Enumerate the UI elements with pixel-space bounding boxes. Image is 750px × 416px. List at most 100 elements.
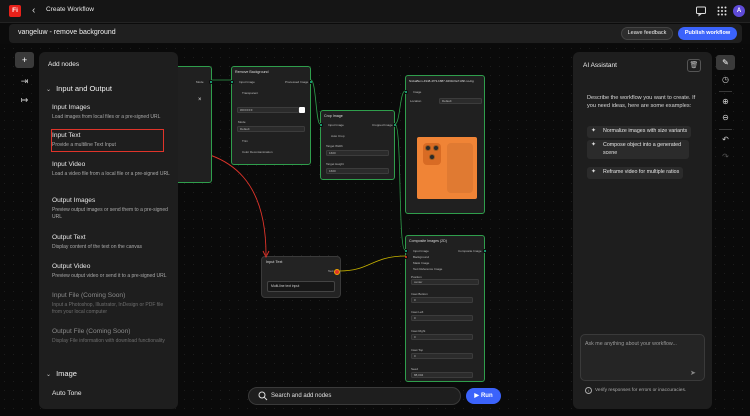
apps-grid-icon[interactable] bbox=[716, 5, 728, 17]
run-label: Run bbox=[480, 393, 493, 399]
target-height-input[interactable]: 1600 bbox=[326, 168, 389, 174]
field-label: Mode bbox=[238, 120, 246, 124]
back-arrow-icon[interactable]: ‹ bbox=[32, 4, 42, 18]
item-desc: Provide a multiline Text Input bbox=[52, 142, 116, 148]
port-label: Background bbox=[413, 255, 430, 259]
sparkle-icon: ✦ bbox=[591, 142, 597, 148]
node-item-output-images[interactable]: Output Images Preview output images or s… bbox=[52, 197, 170, 221]
node-remove-background[interactable]: Remove Background Input Image Processed … bbox=[230, 66, 313, 165]
chevron-down-icon: ⌄ bbox=[46, 372, 52, 378]
port-label: Text bbox=[328, 269, 334, 273]
port-label: Processed Image bbox=[285, 80, 309, 84]
send-icon[interactable]: ➤ bbox=[690, 369, 696, 377]
chat-icon[interactable] bbox=[695, 5, 707, 17]
item-desc: Display File information with download f… bbox=[52, 338, 165, 344]
suggestion-chip[interactable]: ✦ Reframe video for multiple ratios bbox=[587, 167, 684, 179]
node-crop-image[interactable]: Crop Image Input Image Cropped Image Aut… bbox=[319, 110, 397, 180]
section-header-input-output[interactable]: ⌄ Input and Output bbox=[46, 84, 112, 93]
node-item-auto-tone[interactable]: Auto Tone bbox=[52, 390, 170, 397]
add-node-icon[interactable]: + bbox=[15, 52, 34, 68]
output-port[interactable] bbox=[209, 80, 213, 84]
sparkle-icon: ✦ bbox=[591, 128, 597, 134]
phone-back bbox=[447, 143, 473, 193]
field-label: Seed bbox=[411, 367, 419, 371]
field-label: Inset Top bbox=[411, 348, 424, 352]
trash-icon[interactable]: 🗑 bbox=[687, 59, 701, 72]
target-width-input[interactable]: 1600 bbox=[326, 150, 389, 156]
import-icon[interactable]: ⇥ bbox=[15, 73, 34, 89]
field-label: Target Height bbox=[326, 162, 344, 166]
item-desc: Load images from local files or a pre-si… bbox=[52, 114, 161, 120]
location-select[interactable]: Default bbox=[439, 98, 482, 104]
item-desc: Preview output video or send it to a pre… bbox=[52, 273, 167, 279]
leave-feedback-button[interactable]: Leave feedback bbox=[621, 27, 673, 40]
panel-title: Add nodes bbox=[48, 61, 80, 68]
node-item-input-text[interactable]: Input Text Provide a multiline Text Inpu… bbox=[51, 129, 164, 152]
inset-right-input[interactable]: 0 bbox=[411, 334, 473, 340]
export-icon[interactable]: ↦ bbox=[15, 92, 34, 108]
background-port[interactable] bbox=[404, 255, 408, 259]
node-title: NickaBum-4948-4f73-b887-9461b6a7139f-no-… bbox=[409, 79, 474, 83]
input-port[interactable] bbox=[404, 249, 408, 253]
color-swatch[interactable] bbox=[299, 107, 305, 113]
add-nodes-panel: Add nodes ⌄ Input and Output Input Image… bbox=[39, 52, 178, 409]
input-port[interactable] bbox=[319, 123, 323, 127]
node-item-input-video[interactable]: Input Video Load a video file from a loc… bbox=[52, 161, 170, 178]
node-title: Input Text bbox=[266, 260, 283, 264]
suggestion-label: Reframe video for multiple ratios bbox=[603, 169, 680, 175]
camera-lens bbox=[433, 145, 439, 151]
inset-left-input[interactable]: 0 bbox=[411, 315, 473, 321]
chevron-down-icon: ⌄ bbox=[46, 87, 52, 93]
text-output-port[interactable] bbox=[334, 269, 340, 275]
color-field[interactable]: #FFFFFF bbox=[237, 107, 299, 113]
port-label: Mask Image bbox=[413, 261, 430, 265]
app-logo[interactable]: Fi bbox=[9, 5, 21, 17]
ai-assistant-icon[interactable]: ✎ bbox=[716, 55, 735, 70]
item-title: Input Video bbox=[52, 161, 86, 168]
suggestion-chip[interactable]: ✦ Normalize images with size variants bbox=[587, 126, 692, 138]
input-port[interactable] bbox=[404, 90, 408, 94]
checkbox-label: Color Decontamination bbox=[242, 150, 273, 154]
node-item-input-images[interactable]: Input Images Load images from local file… bbox=[52, 104, 170, 121]
suggestion-label: Compose object into a generated scene bbox=[603, 142, 682, 156]
history-icon[interactable]: ◷ bbox=[716, 72, 735, 87]
output-port[interactable] bbox=[309, 80, 313, 84]
node-item-input-file: Input File (Coming Soon) Input a Photosh… bbox=[52, 292, 170, 316]
suggestion-chip[interactable]: ✦ Compose object into a generated scene bbox=[587, 140, 689, 159]
workflow-name[interactable]: vangeluw - remove background bbox=[18, 29, 116, 36]
redo-icon[interactable]: ↷ bbox=[716, 149, 735, 164]
search-placeholder: Search and add nodes bbox=[271, 393, 332, 399]
text-input-field[interactable]: Multi-line text input bbox=[267, 281, 335, 292]
ai-description: Describe the workflow you want to create… bbox=[587, 95, 696, 109]
verify-note: Verify responses for errors or inaccurac… bbox=[595, 388, 687, 393]
inset-top-input[interactable]: 0 bbox=[411, 353, 473, 359]
sparkle-icon: ✦ bbox=[591, 169, 597, 175]
port-label: Text Reference Image bbox=[413, 267, 443, 271]
node-title: Remove Background bbox=[235, 70, 269, 74]
item-desc: Input a Photoshop, Illustrator, InDesign… bbox=[52, 302, 164, 315]
camera-module bbox=[423, 143, 441, 165]
run-button[interactable]: ▶ Run bbox=[466, 388, 501, 404]
close-icon[interactable]: × bbox=[198, 97, 202, 103]
input-port[interactable] bbox=[230, 80, 234, 84]
seed-input[interactable]: 88,004 bbox=[411, 372, 473, 378]
node-item-output-file: Output File (Coming Soon) Display File i… bbox=[52, 328, 170, 345]
section-header-image[interactable]: ⌄ Image bbox=[46, 369, 77, 378]
publish-workflow-button[interactable]: Publish workflow bbox=[678, 27, 737, 40]
node-input-text[interactable]: Input Text Text Multi-line text input bbox=[261, 256, 341, 298]
item-title: Input Images bbox=[52, 104, 91, 111]
undo-icon[interactable]: ↶ bbox=[716, 132, 735, 147]
output-port[interactable] bbox=[483, 249, 487, 253]
user-avatar[interactable]: A bbox=[733, 5, 745, 17]
play-icon: ▶ bbox=[474, 393, 479, 399]
position-select[interactable]: center bbox=[411, 279, 479, 285]
node-item-output-video[interactable]: Output Video Preview output video or sen… bbox=[52, 263, 170, 280]
zoom-out-icon[interactable]: ⊖ bbox=[716, 110, 735, 125]
node-composite-images[interactable]: Composite Images (2D) Input Image Compos… bbox=[404, 235, 487, 382]
item-title: Input Text bbox=[52, 132, 81, 139]
inset-bottom-input[interactable]: 0 bbox=[411, 297, 473, 303]
zoom-in-icon[interactable]: ⊕ bbox=[716, 94, 735, 109]
output-port[interactable] bbox=[393, 123, 397, 127]
mode-select[interactable]: Default bbox=[237, 126, 305, 132]
node-item-output-text[interactable]: Output Text Display content of the text … bbox=[52, 234, 170, 251]
